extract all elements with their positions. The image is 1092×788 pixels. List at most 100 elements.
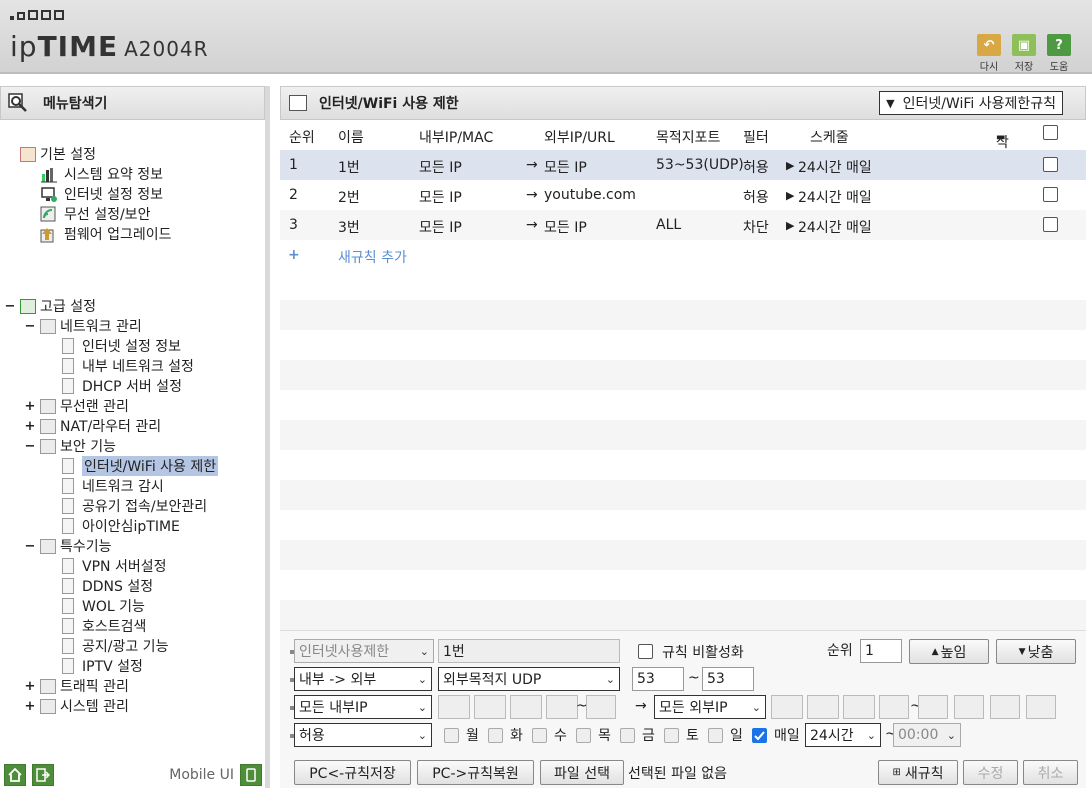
tree-special[interactable]: − 특수기능 (24, 536, 112, 556)
disable-rule-checkbox[interactable] (638, 644, 653, 659)
save-button[interactable]: ▣ 저장 (1011, 34, 1037, 73)
empty-row (280, 600, 1086, 630)
tree-internet-info[interactable]: 인터넷 설정 정보 (40, 184, 163, 204)
external-ip-select[interactable]: 모든 외부IP ⌄ (654, 695, 766, 719)
tree-system-summary[interactable]: 시스템 요약 정보 (40, 164, 163, 184)
tree-sp-host[interactable]: 호스트검색 (62, 616, 146, 636)
mobile-icon (240, 764, 262, 786)
new-rule-button[interactable]: ⊞ 새규칙 (878, 760, 958, 785)
external-ip-end-3[interactable] (990, 695, 1020, 719)
limit-type-select[interactable]: 인터넷사용제한 ⌄ (294, 639, 434, 663)
tree-sec-network-monitor[interactable]: 네트워크 감시 (62, 476, 164, 496)
restore-rules-from-pc-button[interactable]: PC->규칙복원 (417, 760, 534, 785)
tree-sp-wol[interactable]: WOL 기능 (62, 596, 145, 616)
tree-sp-vpn[interactable]: VPN 서버설정 (62, 556, 166, 576)
tree-sec-internet-limit[interactable]: 인터넷/WiFi 사용 제한 (62, 456, 219, 476)
tree-wireless-lan[interactable]: + 무선랜 관리 (24, 396, 129, 416)
external-ip-octet-1[interactable] (771, 695, 803, 719)
external-ip-end-1[interactable] (918, 695, 948, 719)
tree-security[interactable]: − 보안 기능 (24, 436, 116, 456)
direction-select[interactable]: 내부 -> 외부 ⌄ (294, 667, 432, 691)
day-checkbox-fri[interactable] (620, 728, 635, 743)
monitor-icon (40, 186, 58, 203)
rule-type-select[interactable]: ▼ 인터넷/WiFi 사용제한규칙 (879, 91, 1063, 115)
internal-ip-octet-2[interactable] (474, 695, 506, 719)
tree-sec-iansim[interactable]: 아이안심ipTIME (62, 516, 180, 536)
collapse-toggle[interactable]: − (24, 439, 36, 454)
expand-toggle[interactable]: + (24, 699, 36, 714)
port-type-select[interactable]: 외부목적지 UDP ⌄ (438, 667, 620, 691)
collapse-toggle[interactable]: − (24, 319, 36, 334)
row-delete-checkbox[interactable] (1043, 187, 1058, 202)
day-checkbox-wed[interactable] (532, 728, 547, 743)
day-checkbox-mon[interactable] (444, 728, 459, 743)
collapse-toggle[interactable]: − (24, 539, 36, 554)
tree-net-internet-info[interactable]: 인터넷 설정 정보 (62, 336, 181, 356)
external-ip-octet-4[interactable] (879, 695, 909, 719)
day-checkbox-tue[interactable] (488, 728, 503, 743)
internal-ip-octet-4[interactable] (546, 695, 578, 719)
day-checkbox-thu[interactable] (576, 728, 591, 743)
choose-file-button[interactable]: 파일 선택 (540, 760, 624, 785)
table-row[interactable]: 2 2번 모든 IP → youtube.com 허용 ▶ 24시간 매일 (280, 180, 1086, 210)
external-ip-end-2[interactable] (954, 695, 984, 719)
header-buttons: ↶ 다시 ▣ 저장 ? 도움 (976, 34, 1072, 73)
rule-name-input[interactable]: 1번 (438, 639, 620, 663)
table-row[interactable]: 3 3번 모든 IP → 모든 IP ALL 차단 ▶ 24시간 매일 (280, 210, 1086, 240)
expand-toggle[interactable]: + (24, 399, 36, 414)
external-ip-octet-3[interactable] (843, 695, 875, 719)
tree-net-internal[interactable]: 내부 네트워크 설정 (62, 356, 194, 376)
cancel-button[interactable]: 취소 (1023, 760, 1078, 785)
internal-ip-end[interactable] (586, 695, 616, 719)
internal-ip-octet-1[interactable] (438, 695, 470, 719)
expand-toggle[interactable]: + (24, 419, 36, 434)
tree-sp-ddns[interactable]: DDNS 설정 (62, 576, 153, 596)
internal-ip-octet-3[interactable] (510, 695, 542, 719)
table-row[interactable]: 1 1번 모든 IP → 모든 IP 53~53(UDP) 허용 ▶ 24시간 … (280, 150, 1086, 180)
row-delete-checkbox[interactable] (1043, 217, 1058, 232)
empty-row (280, 390, 1086, 420)
tree-sp-iptv[interactable]: IPTV 설정 (62, 656, 143, 676)
mobile-ui-link[interactable]: Mobile UI (169, 764, 262, 786)
empty-row (280, 570, 1086, 600)
rank-input[interactable]: 1 (860, 639, 902, 663)
hours-select[interactable]: 24시간 ⌄ (805, 723, 881, 747)
tree-wireless-security[interactable]: 무선 설정/보안 (40, 204, 150, 224)
tree-nat-router[interactable]: + NAT/라우터 관리 (24, 416, 161, 436)
collapse-toggle[interactable]: − (4, 299, 16, 314)
arrow-icon: → (526, 187, 538, 203)
logout-button[interactable] (32, 764, 54, 786)
external-ip-octet-2[interactable] (807, 695, 839, 719)
tree-traffic[interactable]: + 트래픽 관리 (24, 676, 129, 696)
tree-system[interactable]: + 시스템 관리 (24, 696, 129, 716)
tree-firmware-upgrade[interactable]: 펌웨어 업그레이드 (40, 224, 172, 244)
filter-select[interactable]: 허용 ⌄ (294, 723, 432, 747)
expand-toggle[interactable]: + (24, 679, 36, 694)
port-to-input[interactable]: 53 (702, 667, 754, 691)
tree-basic-settings[interactable]: 기본 설정 (20, 144, 96, 164)
page-icon (62, 658, 74, 674)
day-checkbox-sun[interactable] (708, 728, 723, 743)
daily-checkbox[interactable] (752, 728, 767, 743)
add-rule-link[interactable]: 새규칙 추가 (338, 247, 407, 267)
tree-net-dhcp[interactable]: DHCP 서버 설정 (62, 376, 182, 396)
home-button[interactable] (4, 764, 26, 786)
tree-sp-notice[interactable]: 공지/광고 기능 (62, 636, 168, 656)
internal-ip-select[interactable]: 모든 내부IP ⌄ (294, 695, 432, 719)
tree-network-management[interactable]: − 네트워크 관리 (24, 316, 142, 336)
save-rules-to-pc-button[interactable]: PC<-규칙저장 (294, 760, 411, 785)
day-checkbox-sat[interactable] (664, 728, 679, 743)
lower-priority-button[interactable]: ▼ 낮춤 (996, 639, 1076, 664)
modify-button[interactable]: 수정 (963, 760, 1018, 785)
time-select[interactable]: 00:00 ⌄ (893, 723, 961, 747)
select-all-checkbox[interactable] (1043, 125, 1058, 140)
help-button[interactable]: ? 도움 (1046, 34, 1072, 73)
raise-priority-button[interactable]: ▲ 높임 (909, 639, 989, 664)
row-delete-checkbox[interactable] (1043, 157, 1058, 172)
external-ip-end-4[interactable] (1026, 695, 1056, 719)
port-from-input[interactable]: 53 (632, 667, 684, 691)
undo-button[interactable]: ↶ 다시 (976, 34, 1002, 73)
add-rule-row[interactable]: + 새규칙 추가 (280, 240, 1086, 270)
tree-sec-router-access[interactable]: 공유기 접속/보안관리 (62, 496, 207, 516)
tree-advanced-settings[interactable]: − 고급 설정 (4, 296, 96, 316)
